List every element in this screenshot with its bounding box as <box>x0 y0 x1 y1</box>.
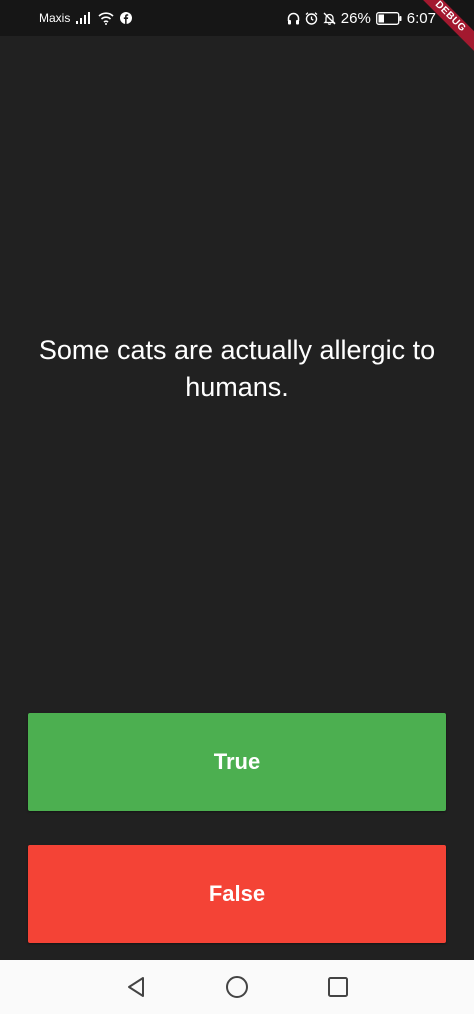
question-text: Some cats are actually allergic to human… <box>38 335 436 402</box>
back-icon[interactable] <box>122 972 152 1002</box>
status-bar: Maxis 26% 6:07 DEBUG <box>0 0 474 55</box>
carrier-label: Maxis <box>39 11 71 25</box>
clock: 6:07 <box>406 9 436 27</box>
mute-icon <box>323 12 336 25</box>
recents-icon[interactable] <box>323 972 353 1002</box>
battery-icon <box>375 11 402 25</box>
status-left: Maxis <box>39 9 133 27</box>
home-icon[interactable] <box>222 972 252 1002</box>
signal-icon <box>76 12 92 24</box>
navigation-bar <box>0 960 474 1014</box>
battery-percent: 26% <box>340 9 371 27</box>
facebook-icon <box>120 12 133 24</box>
false-button[interactable]: False <box>28 845 446 943</box>
true-button[interactable]: True <box>28 713 446 811</box>
alarm-icon <box>305 11 318 25</box>
status-right: 26% 6:07 <box>287 8 436 28</box>
headphones-icon <box>287 12 300 25</box>
wifi-icon <box>98 11 114 25</box>
